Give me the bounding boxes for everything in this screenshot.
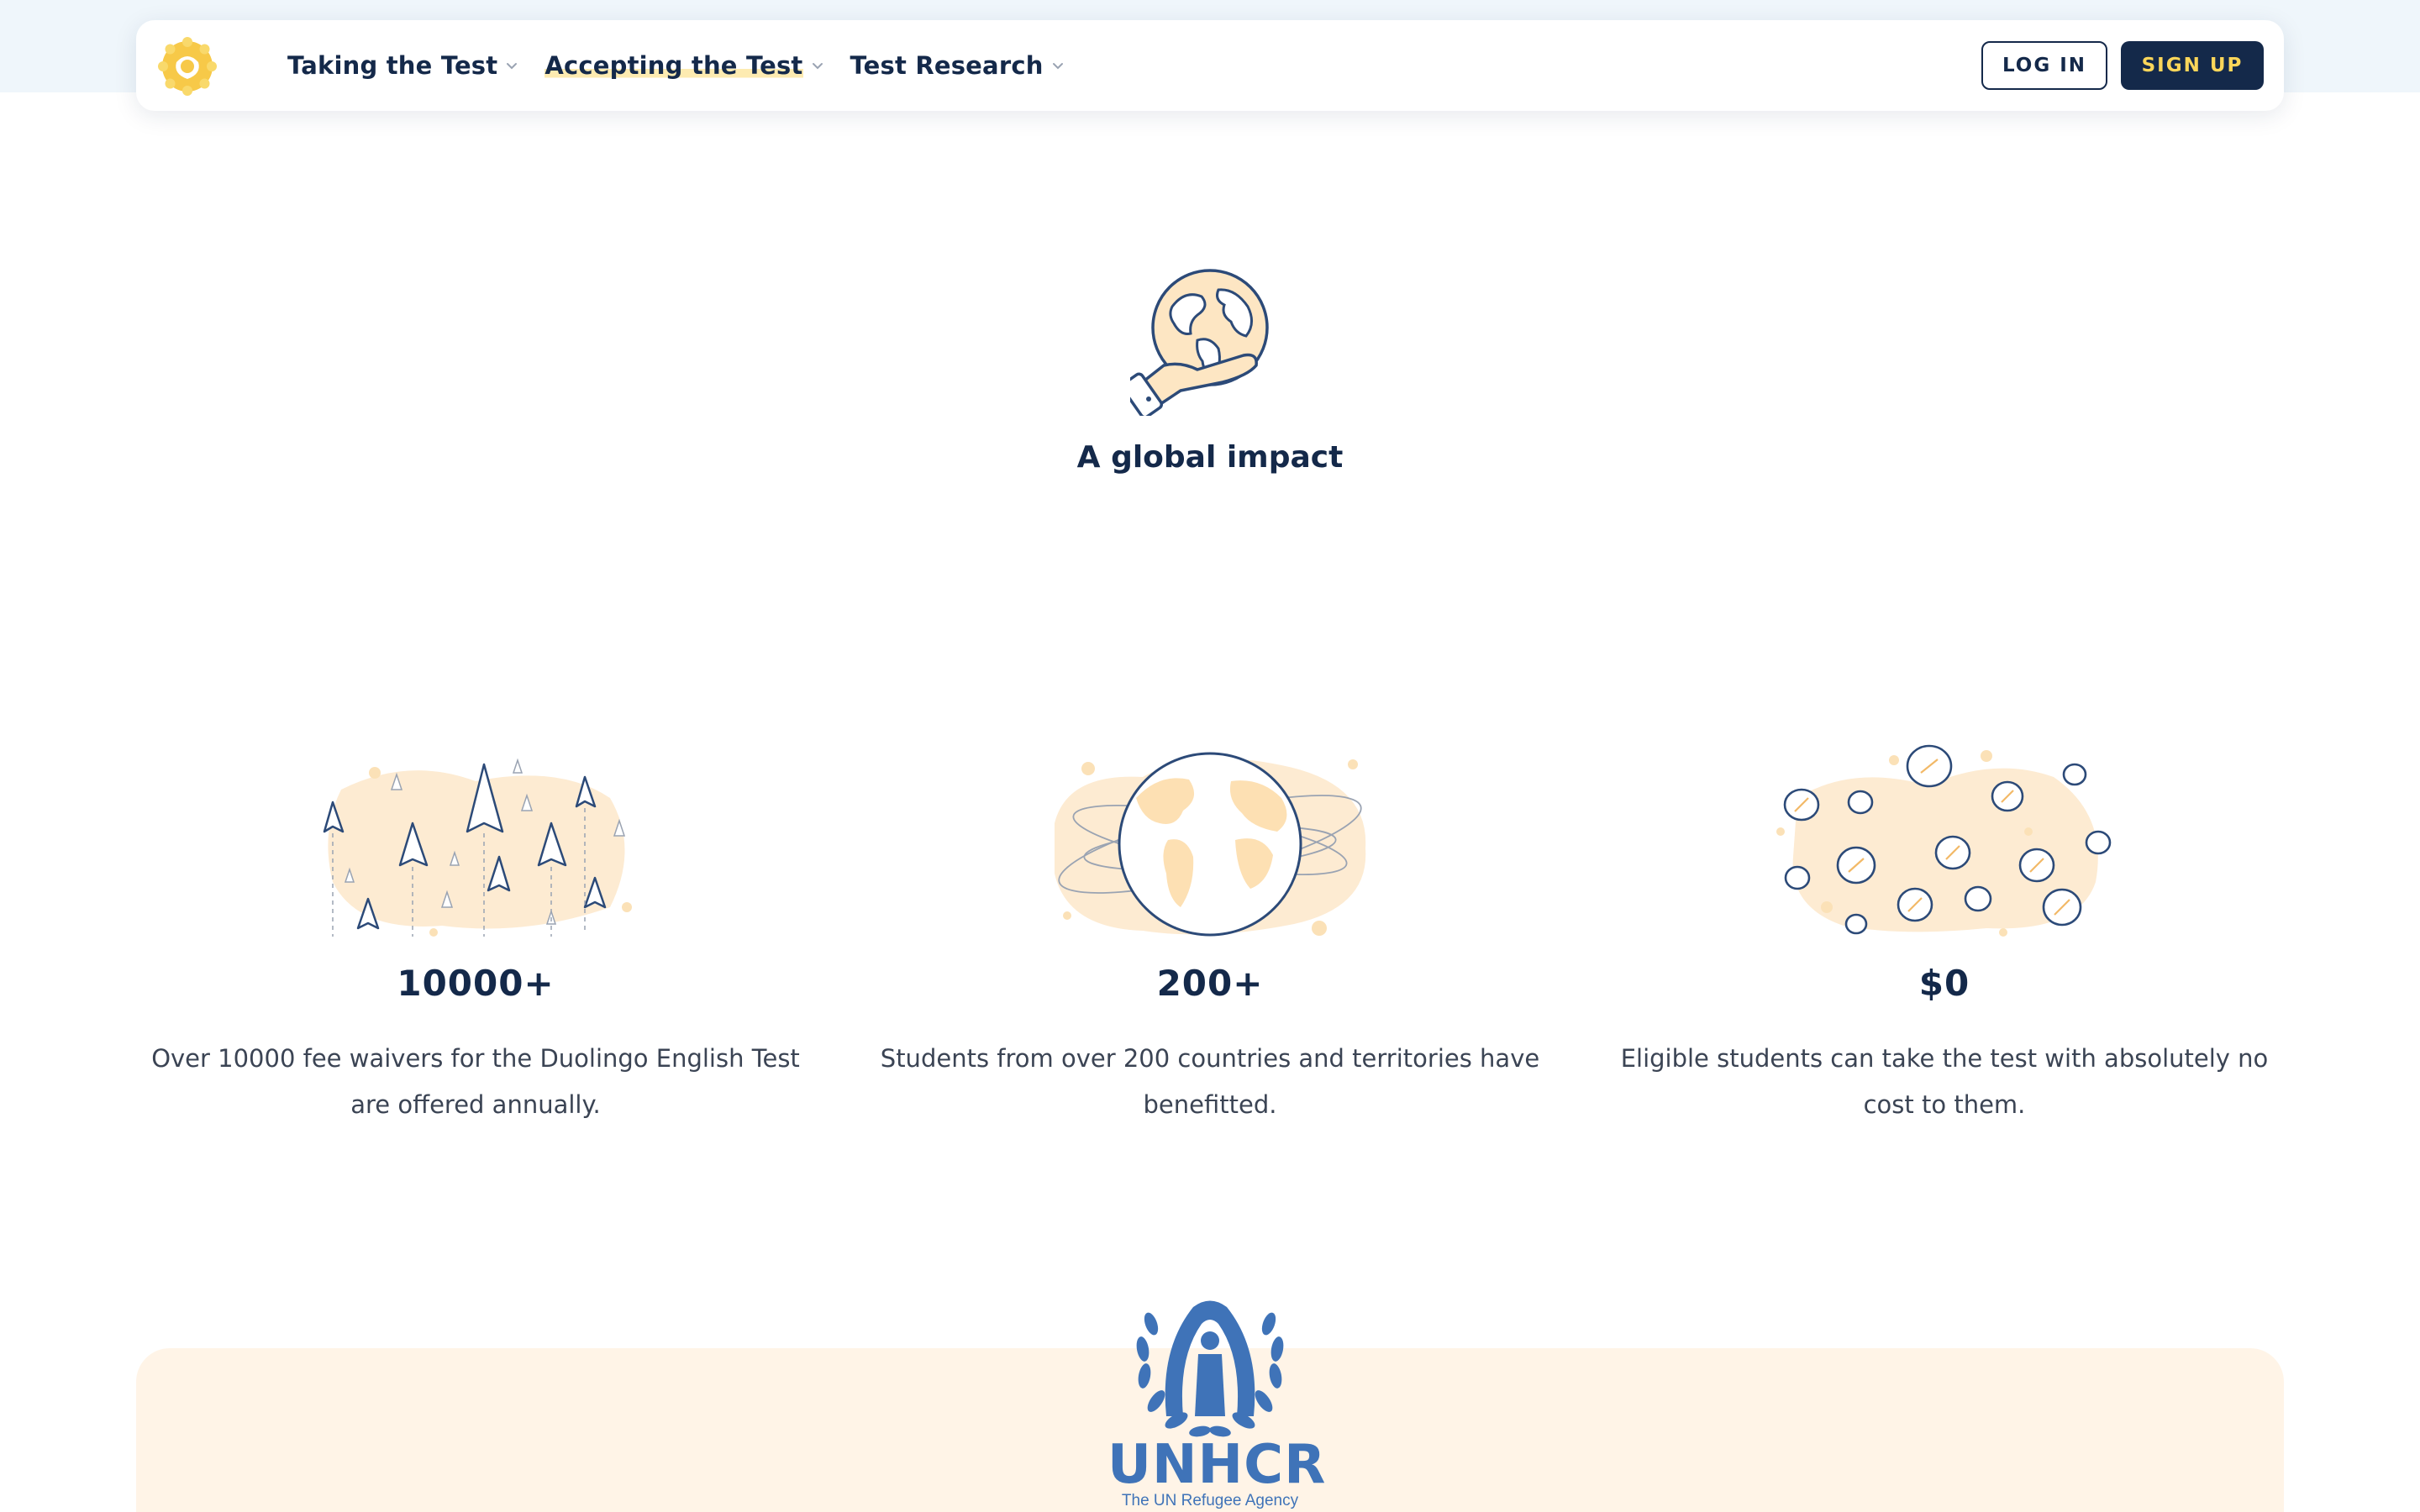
stat-card-fee-waivers: 10000+ Over 10000 fee waivers for the Du… (131, 739, 820, 1128)
stat-card-cost: $0 Eligible students can take the test w… (1600, 739, 2289, 1128)
stat-description: Over 10000 fee waivers for the Duolingo … (151, 1044, 800, 1119)
main-navbar: Taking the Test Accepting the Test Test … (136, 20, 2284, 111)
partner-tagline: The UN Refugee Agency (1121, 1492, 1299, 1509)
chevron-down-icon (1052, 63, 1063, 70)
duolingo-logo-icon[interactable] (158, 37, 217, 96)
chevron-down-icon (507, 63, 518, 70)
nav-item-label: Taking the Test (287, 51, 498, 80)
globe-orbit-illustration (1055, 752, 1366, 937)
chevron-down-icon (812, 63, 823, 70)
nav-item-accepting-the-test[interactable]: Accepting the Test (544, 51, 824, 80)
nav-item-taking-the-test[interactable]: Taking the Test (287, 51, 519, 80)
partner-name: UNHCR (1107, 1434, 1327, 1496)
stat-value: 200+ (1156, 963, 1264, 1004)
login-button[interactable]: LOG IN (1981, 41, 2107, 90)
stat-description: Eligible students can take the test with… (1620, 1044, 2269, 1119)
coins-illustration (1776, 744, 2112, 937)
stat-value: 10000+ (397, 963, 555, 1004)
nav-item-test-research[interactable]: Test Research (850, 51, 1065, 80)
globe-in-hand-icon (1130, 269, 1269, 416)
section-title: A global impact (1076, 440, 1344, 475)
stat-card-countries: 200+ Students from over 200 countries an… (865, 739, 1555, 1128)
signup-button[interactable]: SIGN UP (2121, 41, 2264, 90)
stat-value: $0 (1918, 963, 1970, 1004)
nav-menu: Taking the Test Accepting the Test Test … (287, 20, 1091, 111)
unhcr-emblem-icon (1136, 1300, 1284, 1437)
paper-planes-illustration (323, 758, 632, 937)
stat-description: Students from over 200 countries and ter… (880, 1044, 1540, 1119)
nav-item-label: Accepting the Test (544, 51, 803, 80)
unhcr-logo[interactable]: UNHCR The UN Refugee Agency (1107, 1290, 1327, 1512)
nav-item-label: Test Research (850, 51, 1044, 80)
